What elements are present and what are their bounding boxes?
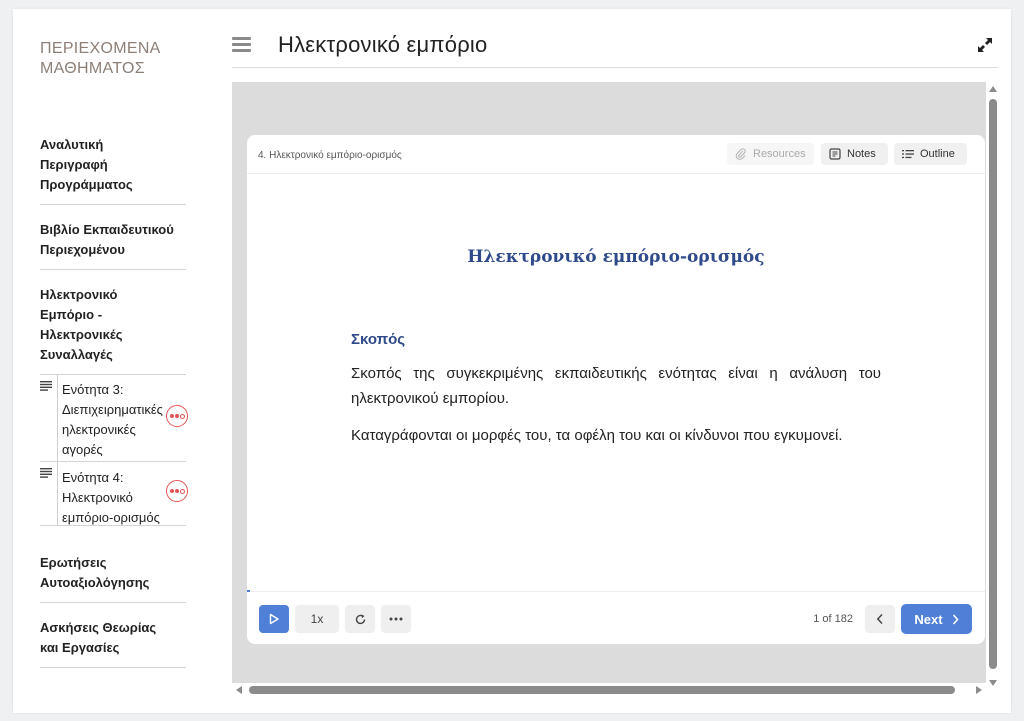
- scroll-left-arrow-icon[interactable]: [236, 686, 242, 694]
- outline-button[interactable]: Outline: [894, 143, 967, 165]
- scroll-down-arrow-icon[interactable]: [989, 680, 997, 686]
- scroll-up-arrow-icon[interactable]: [989, 86, 997, 92]
- player-controls: 1x 1 of 182 Next: [247, 590, 985, 644]
- chevron-left-icon: [876, 613, 883, 625]
- sidebar-item-label: Βιβλίο Εκπαιδευτικού Περιεχομένου: [40, 222, 174, 257]
- sidebar-item-label: Ασκήσεις Θεωρίας και Εργασίες: [40, 620, 157, 655]
- notes-button[interactable]: Notes: [821, 143, 888, 165]
- vertical-scroll-thumb[interactable]: [989, 99, 997, 669]
- next-label: Next: [914, 611, 943, 627]
- tree-line: [57, 375, 58, 461]
- scroll-right-arrow-icon[interactable]: [976, 686, 982, 694]
- sidebar-item-ecommerce[interactable]: Ηλεκτρονικό Εμπόριο - Ηλεκτρονικές Συναλ…: [40, 270, 186, 375]
- notes-icon: [829, 148, 841, 160]
- sidebar-subitem-unit-3[interactable]: Ενότητα 3: Διεπιχειρηματικές ηλεκτρονικέ…: [40, 375, 188, 462]
- next-button[interactable]: Next: [901, 604, 972, 634]
- sidebar-item-label: Ερωτήσεις Αυτοαξιολόγησης: [40, 555, 150, 590]
- sidebar-item-label: Ηλεκτρονικό Εμπόριο - Ηλεκτρονικές Συναλ…: [40, 287, 123, 362]
- chevron-right-icon: [952, 613, 959, 625]
- previous-button[interactable]: [865, 605, 895, 633]
- playback-speed-button[interactable]: 1x: [295, 605, 339, 633]
- content-viewer: 4. Ηλεκτρονικό εμπόριο-ορισμός Resources…: [232, 82, 986, 683]
- toc-list: Αναλυτική Περιγραφή Προγράμματος Βιβλίο …: [40, 122, 188, 668]
- more-options-button[interactable]: [381, 605, 411, 633]
- replay-icon: [355, 614, 365, 624]
- slide-paragraph: Καταγράφονται οι μορφές του, τα οφέλη το…: [351, 427, 843, 444]
- play-icon: [269, 613, 279, 625]
- player-toolbar: 4. Ηλεκτρονικό εμπόριο-ορισμός Resources…: [247, 135, 985, 174]
- sidebar-title: ΠΕΡΙΕΧΟΜΕΝΑ ΜΑΘΗΜΑΤΟΣ: [40, 40, 160, 77]
- sidebar-item-self-assessment[interactable]: Ερωτήσεις Αυτοαξιολόγησης: [40, 526, 186, 603]
- slide-title: Ηλεκτρονικό εμπόριο-ορισμός: [467, 247, 765, 267]
- play-button[interactable]: [259, 605, 289, 633]
- sidebar-subitem-label: Ενότητα 3: Διεπιχειρηματικές ηλεκτρονικέ…: [62, 382, 163, 457]
- page-container: ΠΕΡΙΕΧΟΜΕΝΑ ΜΑΘΗΜΑΤΟΣ Αναλυτική Περιγραφ…: [13, 9, 1011, 713]
- horizontal-scrollbar[interactable]: [232, 683, 986, 697]
- outline-list-icon: [902, 150, 914, 159]
- outline-label: Outline: [920, 148, 955, 160]
- ellipsis-icon: [389, 617, 403, 621]
- speed-label: 1x: [310, 612, 324, 626]
- resources-label: Resources: [753, 148, 806, 160]
- sidebar-item-exercises[interactable]: Ασκήσεις Θεωρίας και Εργασίες: [40, 603, 186, 668]
- slide-paragraph: Σκοπός της συγκεκριμένης εκπαιδευτικής ε…: [351, 365, 881, 407]
- document-lines-icon: [40, 381, 52, 391]
- sidebar-subitem-label: Ενότητα 4: Ηλεκτρονικό εμπόριο-ορισμός: [62, 470, 160, 525]
- tree-line: [57, 462, 58, 525]
- notes-label: Notes: [847, 148, 876, 160]
- slide-heading: Σκοπός: [351, 331, 406, 348]
- slide-label: 4. Ηλεκτρονικό εμπόριο-ορισμός: [258, 150, 402, 161]
- page-title: Ηλεκτρονικό εμπόριο: [278, 32, 488, 57]
- slide-player: 4. Ηλεκτρονικό εμπόριο-ορισμός Resources…: [247, 135, 985, 644]
- header-divider: [232, 67, 998, 68]
- paperclip-icon: [735, 148, 746, 160]
- expand-icon[interactable]: [976, 36, 994, 54]
- progress-dots-icon[interactable]: [166, 480, 188, 502]
- progress-dots-icon[interactable]: [166, 405, 188, 427]
- slide-content: Ηλεκτρονικό εμπόριο-ορισμός Σκοπός Σκοπό…: [247, 174, 985, 592]
- horizontal-scroll-thumb[interactable]: [249, 686, 955, 694]
- vertical-scrollbar[interactable]: [986, 82, 1000, 686]
- sidebar-item-label: Αναλυτική Περιγραφή Προγράμματος: [40, 137, 133, 192]
- hamburger-icon[interactable]: [232, 37, 251, 52]
- sidebar-item-program-description[interactable]: Αναλυτική Περιγραφή Προγράμματος: [40, 122, 186, 205]
- slide-page-count: 1 of 182: [813, 613, 853, 625]
- progress-bar: [247, 590, 250, 592]
- course-contents-sidebar: ΠΕΡΙΕΧΟΜΕΝΑ ΜΑΘΗΜΑΤΟΣ Αναλυτική Περιγραφ…: [13, 9, 213, 713]
- resources-button[interactable]: Resources: [727, 143, 814, 165]
- replay-button[interactable]: [345, 605, 375, 633]
- sidebar-subitem-unit-4[interactable]: Ενότητα 4: Ηλεκτρονικό εμπόριο-ορισμός: [40, 462, 188, 526]
- sidebar-item-book[interactable]: Βιβλίο Εκπαιδευτικού Περιεχομένου: [40, 205, 186, 270]
- document-lines-icon: [40, 468, 52, 478]
